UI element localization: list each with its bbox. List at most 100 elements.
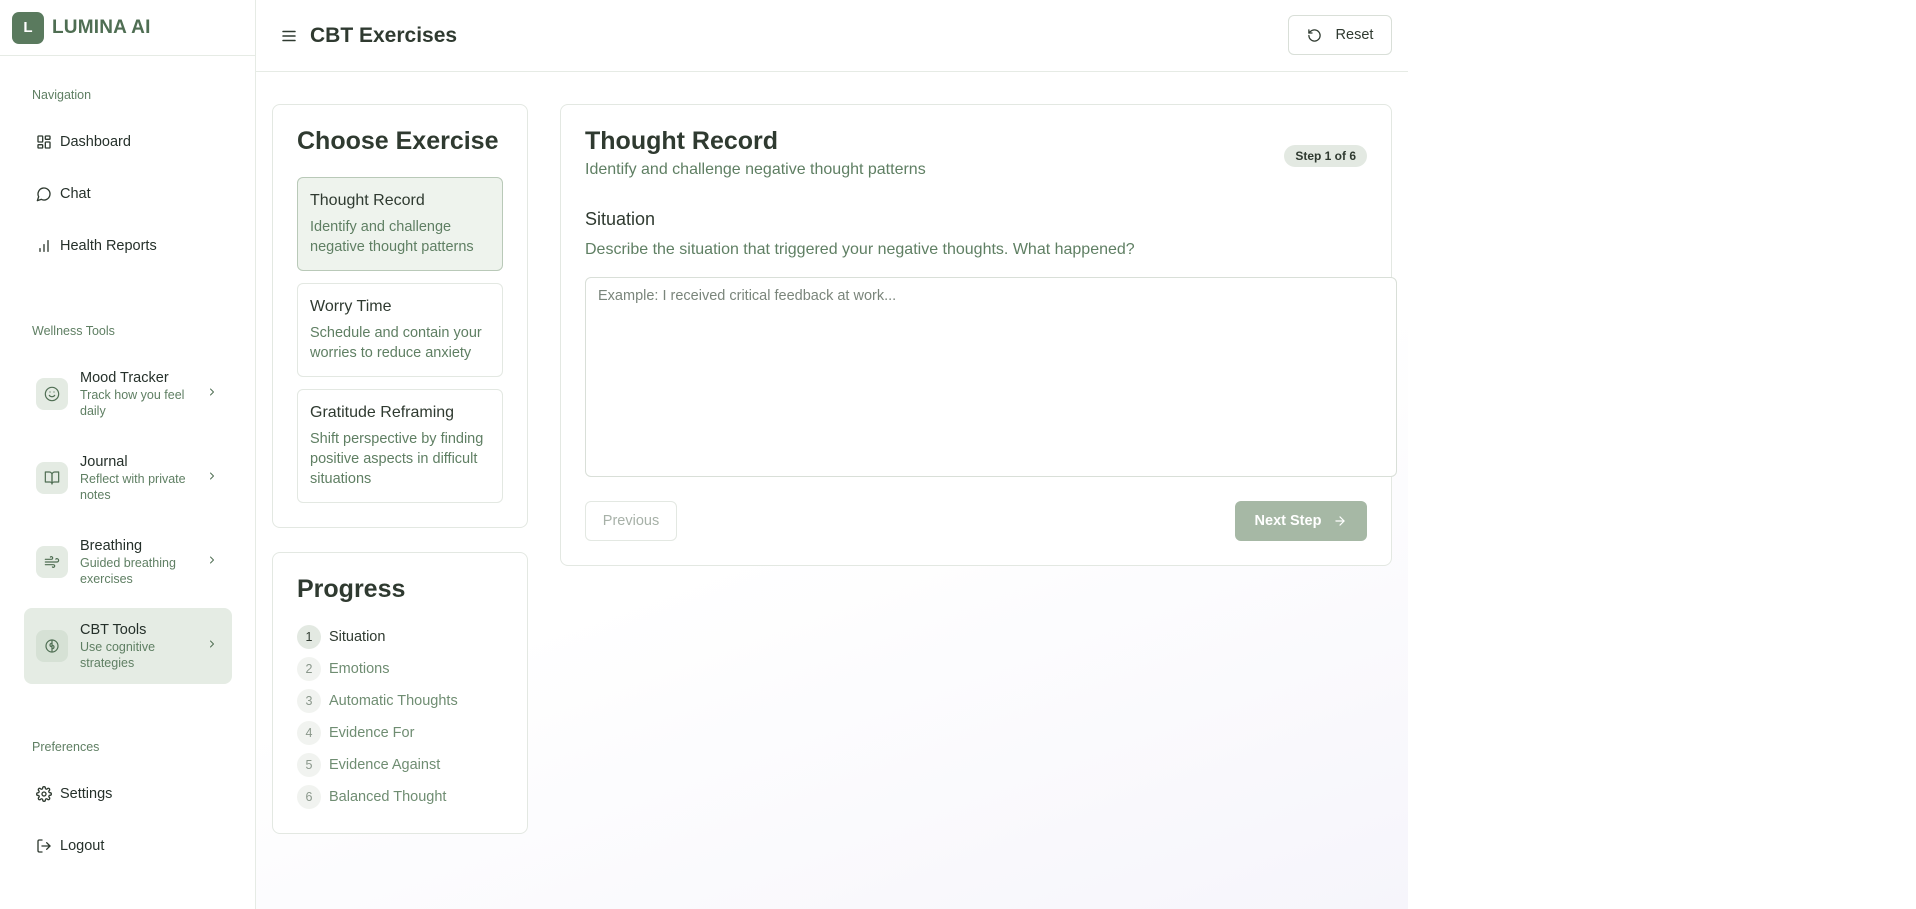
exercise-subtitle: Identify and challenge negative thought … (585, 161, 926, 178)
sidebar-item-mood-tracker[interactable]: Mood Tracker Track how you feel daily (24, 356, 232, 432)
situation-input[interactable] (585, 277, 1397, 477)
step-number: 6 (297, 785, 321, 809)
step-label: Evidence For (329, 725, 415, 741)
step-number: 3 (297, 689, 321, 713)
tool-text: Breathing Guided breathing exercises (80, 537, 198, 587)
chevron-right-icon (210, 388, 214, 396)
logout-button[interactable]: Logout (24, 826, 232, 866)
tool-subtitle: Use cognitive strategies (80, 640, 156, 670)
page-title: CBT Exercises (310, 23, 458, 47)
rotate-ccw-icon (1307, 28, 1321, 42)
step-badge: Step 1 of 6 (1284, 145, 1367, 167)
wind-icon (44, 556, 60, 568)
book-open-icon (44, 471, 60, 485)
brand-logo: L (12, 11, 44, 44)
sidebar-item-journal[interactable]: Journal Reflect with private notes (24, 440, 232, 516)
sidebar-item-label: Chat (60, 186, 91, 202)
tool-icon-box (36, 630, 68, 662)
reset-button[interactable]: Reset (1288, 15, 1392, 55)
app: L LUMINA AI Navigation Dashboard Chat He… (0, 0, 1408, 909)
tool-title: Breathing (80, 538, 143, 554)
exercise-description: Identify and challenge negative thought … (310, 219, 474, 255)
message-circle-icon (36, 187, 51, 202)
exercise-title: Gratitude Reframing (310, 404, 455, 421)
sidebar-item-cbt-tools[interactable]: CBT Tools Use cognitive strategies (24, 608, 232, 684)
tool-title: Mood Tracker (80, 370, 169, 386)
exercise-card: Thought Record Identify and challenge ne… (560, 104, 1397, 566)
tool-subtitle: Track how you feel daily (80, 388, 185, 418)
sidebar-item-label: Settings (60, 786, 113, 802)
sidebar-item-health-reports[interactable]: Health Reports (24, 226, 232, 266)
tool-title: CBT Tools (80, 622, 147, 638)
next-step-button[interactable]: Next Step (1235, 501, 1367, 541)
exercise-title: Worry Time (310, 298, 392, 315)
chevron-right-icon (210, 556, 214, 564)
progress-step: 6 Balanced Thought (297, 785, 446, 809)
step-number: 2 (297, 657, 321, 681)
next-step-label: Next Step (1254, 513, 1322, 529)
tool-icon-box (36, 462, 68, 494)
step-label: Emotions (329, 661, 390, 677)
section-label-wellness: Wellness Tools (32, 324, 115, 338)
reset-label: Reset (1335, 27, 1374, 43)
logout-label: Logout (60, 838, 105, 854)
sidebar-item-dashboard[interactable]: Dashboard (24, 122, 232, 162)
progress-step: 4 Evidence For (297, 721, 414, 745)
previous-button[interactable]: Previous (585, 501, 677, 541)
step-label: Situation (329, 629, 386, 645)
brand[interactable]: L LUMINA AI (0, 0, 255, 56)
main-content: CBT Exercises Reset Choose Exercise Thou… (256, 0, 1408, 909)
arrow-right-icon (1335, 516, 1346, 526)
tool-title: Journal (80, 454, 128, 470)
exercise-option-gratitude-reframing[interactable]: Gratitude Reframing Shift perspective by… (297, 389, 503, 503)
tool-text: CBT Tools Use cognitive strategies (80, 621, 198, 671)
step-number: 1 (297, 625, 321, 649)
sidebar-item-settings[interactable]: Settings (24, 774, 232, 814)
sidebar-item-label: Dashboard (60, 134, 131, 150)
sidebar-item-label: Health Reports (60, 238, 157, 254)
grid-icon (37, 135, 51, 149)
chevron-right-icon (210, 472, 214, 480)
progress-step: 3 Automatic Thoughts (297, 689, 458, 713)
tool-text: Mood Tracker Track how you feel daily (80, 369, 198, 419)
tool-subtitle: Reflect with private notes (80, 472, 186, 502)
logout-icon (37, 839, 51, 853)
section-prompt: Describe the situation that triggered yo… (585, 241, 1135, 258)
step-label: Balanced Thought (329, 789, 447, 805)
sidebar-item-breathing[interactable]: Breathing Guided breathing exercises (24, 524, 232, 600)
exercise-description: Schedule and contain your worries to red… (310, 325, 482, 361)
choose-exercise-heading: Choose Exercise (297, 127, 499, 155)
exercise-description: Shift perspective by finding positive as… (310, 431, 484, 487)
exercise-option-worry-time[interactable]: Worry Time Schedule and contain your wor… (297, 283, 503, 377)
section-label-preferences: Preferences (32, 740, 100, 754)
exercise-title: Thought Record (585, 127, 779, 155)
step-label: Automatic Thoughts (329, 693, 458, 709)
section-label-navigation: Navigation (32, 88, 92, 102)
progress-step: 2 Emotions (297, 657, 389, 681)
tool-subtitle: Guided breathing exercises (80, 556, 176, 586)
progress-card: Progress 1 Situation 2 Emotions 3 Automa… (272, 552, 528, 834)
menu-icon[interactable] (280, 27, 298, 45)
progress-step: 1 Situation (297, 625, 385, 649)
tool-icon-box (36, 378, 68, 410)
brand-name: LUMINA AI (52, 16, 151, 38)
exercise-title: Thought Record (310, 192, 425, 209)
choose-exercise-card: Choose Exercise Thought Record Identify … (272, 104, 528, 528)
chevron-right-icon (210, 640, 214, 648)
exercise-option-thought-record[interactable]: Thought Record Identify and challenge ne… (297, 177, 503, 271)
smile-icon (44, 386, 60, 402)
section-title: Situation (585, 209, 656, 229)
tool-text: Journal Reflect with private notes (80, 453, 198, 503)
brain-icon (45, 639, 59, 653)
topbar: CBT Exercises Reset (256, 0, 1408, 72)
step-number: 5 (297, 753, 321, 777)
progress-step: 5 Evidence Against (297, 753, 440, 777)
step-number: 4 (297, 721, 321, 745)
tool-icon-box (36, 546, 68, 578)
gear-icon (36, 786, 52, 802)
bar-chart-icon (39, 240, 49, 252)
sidebar: L LUMINA AI Navigation Dashboard Chat He… (0, 0, 256, 909)
step-label: Evidence Against (329, 757, 441, 773)
sidebar-item-chat[interactable]: Chat (24, 174, 232, 214)
progress-heading: Progress (297, 575, 406, 603)
